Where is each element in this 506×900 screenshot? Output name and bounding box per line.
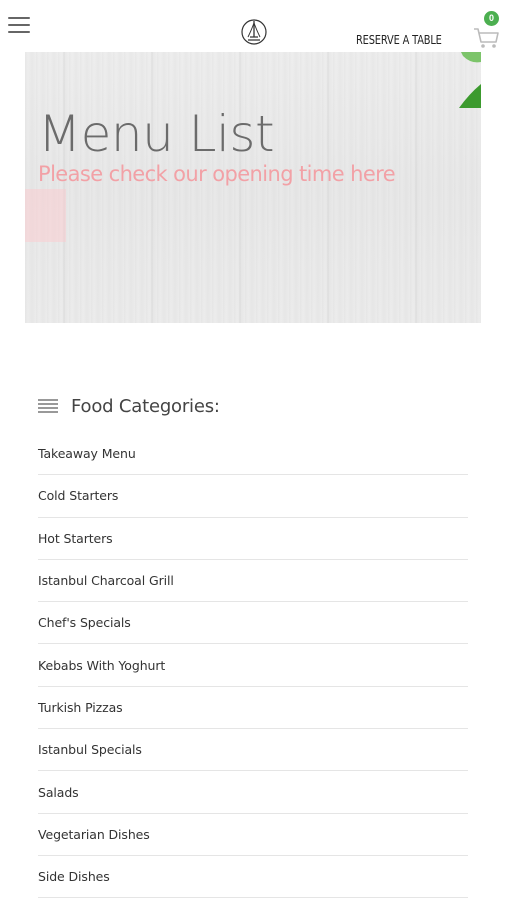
category-item-turkish-pizzas[interactable]: Turkish Pizzas [38, 687, 468, 730]
category-label: Kebabs With Yoghurt [38, 657, 166, 673]
category-label: Chef's Specials [38, 615, 131, 631]
shopping-cart-icon[interactable] [472, 26, 500, 50]
app-header: RESERVE A TABLE 0 [0, 0, 506, 52]
category-item-cold-starters[interactable]: Cold Starters [38, 475, 468, 518]
page-title: Menu List [38, 105, 275, 163]
category-item-chefs-specials[interactable]: Chef's Specials [38, 602, 468, 645]
category-item-hot-starters[interactable]: Hot Starters [38, 518, 468, 560]
category-item-side-dishes[interactable]: Side Dishes [38, 856, 468, 899]
food-categories-header: Food Categories: [38, 396, 338, 420]
category-list: Takeaway Menu Cold Starters Hot Starters… [38, 433, 468, 899]
category-label: Turkish Pizzas [38, 699, 123, 715]
reserve-table-link[interactable]: RESERVE A TABLE [356, 33, 442, 47]
food-categories-title: Food Categories: [71, 396, 220, 417]
category-item-istanbul-charcoal-grill[interactable]: Istanbul Charcoal Grill [38, 560, 468, 603]
category-label: Cold Starters [38, 488, 119, 504]
leaf-decoration [459, 52, 481, 108]
category-label: Takeaway Menu [38, 446, 136, 462]
category-item-salads[interactable]: Salads [38, 771, 468, 814]
category-item-istanbul-specials[interactable]: Istanbul Specials [38, 729, 468, 772]
hamburger-menu-icon[interactable] [8, 14, 32, 34]
category-item-takeaway-menu[interactable]: Takeaway Menu [38, 433, 468, 476]
hero-accent-block [25, 189, 66, 242]
list-icon [38, 399, 58, 415]
category-label: Istanbul Charcoal Grill [38, 573, 174, 589]
category-label: Vegetarian Dishes [38, 826, 150, 842]
category-label: Hot Starters [38, 530, 113, 546]
category-item-kebabs-with-yoghurt[interactable]: Kebabs With Yoghurt [38, 644, 468, 687]
category-item-vegetarian-dishes[interactable]: Vegetarian Dishes [38, 814, 468, 856]
category-label: Salads [38, 784, 79, 800]
category-label: Istanbul Specials [38, 742, 142, 758]
restaurant-logo[interactable] [239, 17, 269, 47]
hero-banner: Menu List Please check our opening time … [25, 52, 481, 323]
category-label: Side Dishes [38, 869, 110, 885]
opening-time-link[interactable]: Please check our opening time here [38, 162, 396, 186]
cart-count-badge: 0 [484, 11, 499, 26]
